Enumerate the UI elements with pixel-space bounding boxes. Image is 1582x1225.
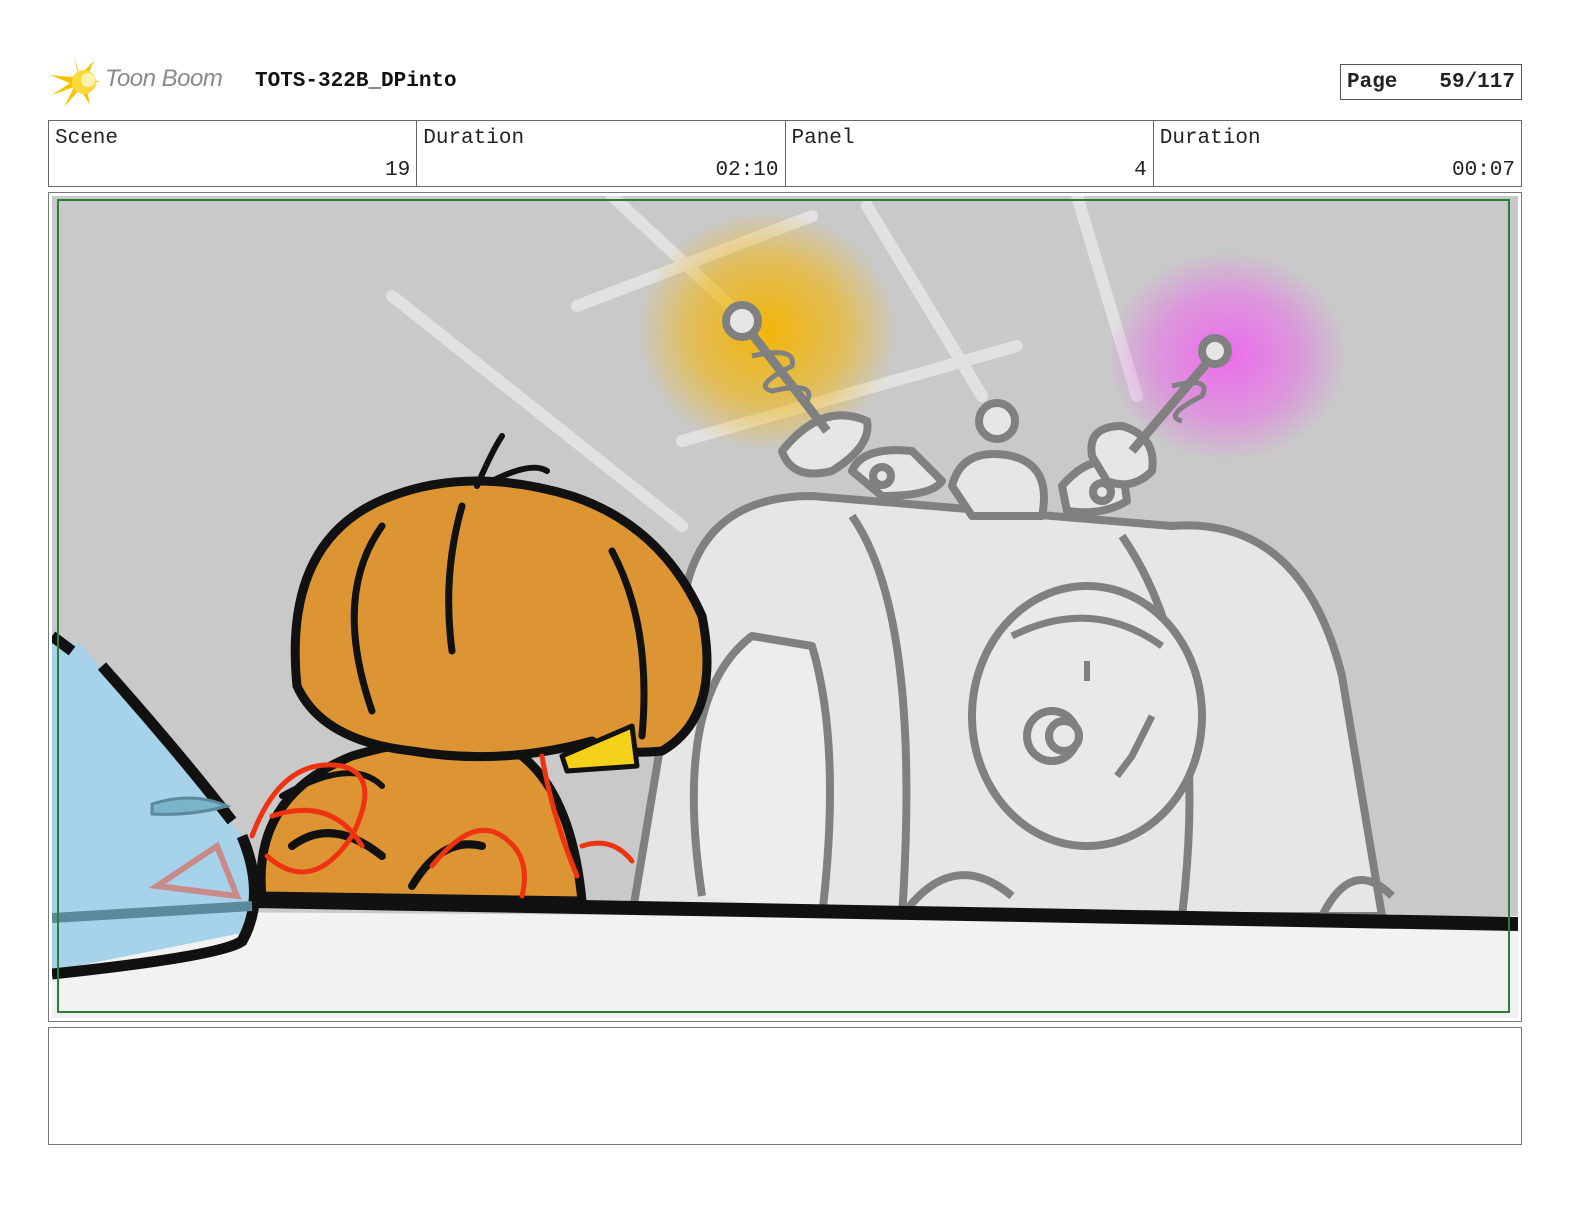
notes-box[interactable] bbox=[48, 1027, 1522, 1145]
panel-value: 4 bbox=[1134, 159, 1147, 182]
panel-cell: Panel 4 bbox=[786, 121, 1154, 186]
panel-duration-label: Duration bbox=[1159, 127, 1261, 150]
page-number: 59/117 bbox=[1439, 70, 1515, 94]
scene-label: Scene bbox=[55, 127, 119, 150]
scene-cell: Scene 19 bbox=[49, 121, 418, 186]
document-title: TOTS-322B_DPinto bbox=[255, 70, 457, 93]
counter-top bbox=[52, 911, 1518, 1018]
logo-text: Toon Boom bbox=[105, 65, 223, 92]
toon-boom-logo: Toon Boom bbox=[50, 55, 240, 110]
panel-duration-cell: Duration 00:07 bbox=[1154, 121, 1521, 186]
panel-info-row: Scene 19 Duration 02:10 Panel 4 Duration… bbox=[48, 120, 1522, 187]
scene-duration-cell: Duration 02:10 bbox=[417, 121, 786, 186]
panel-duration-value: 00:07 bbox=[1451, 159, 1515, 182]
page-indicator: Page 59/117 bbox=[1340, 64, 1522, 100]
storyboard-drawing bbox=[52, 196, 1518, 1018]
logo-burst-icon bbox=[50, 57, 100, 107]
scene-duration-value: 02:10 bbox=[715, 159, 779, 182]
scene-duration-label: Duration bbox=[423, 127, 525, 150]
panel-label: Panel bbox=[791, 127, 855, 150]
scene-value: 19 bbox=[385, 159, 411, 182]
page-label: Page bbox=[1347, 70, 1398, 94]
